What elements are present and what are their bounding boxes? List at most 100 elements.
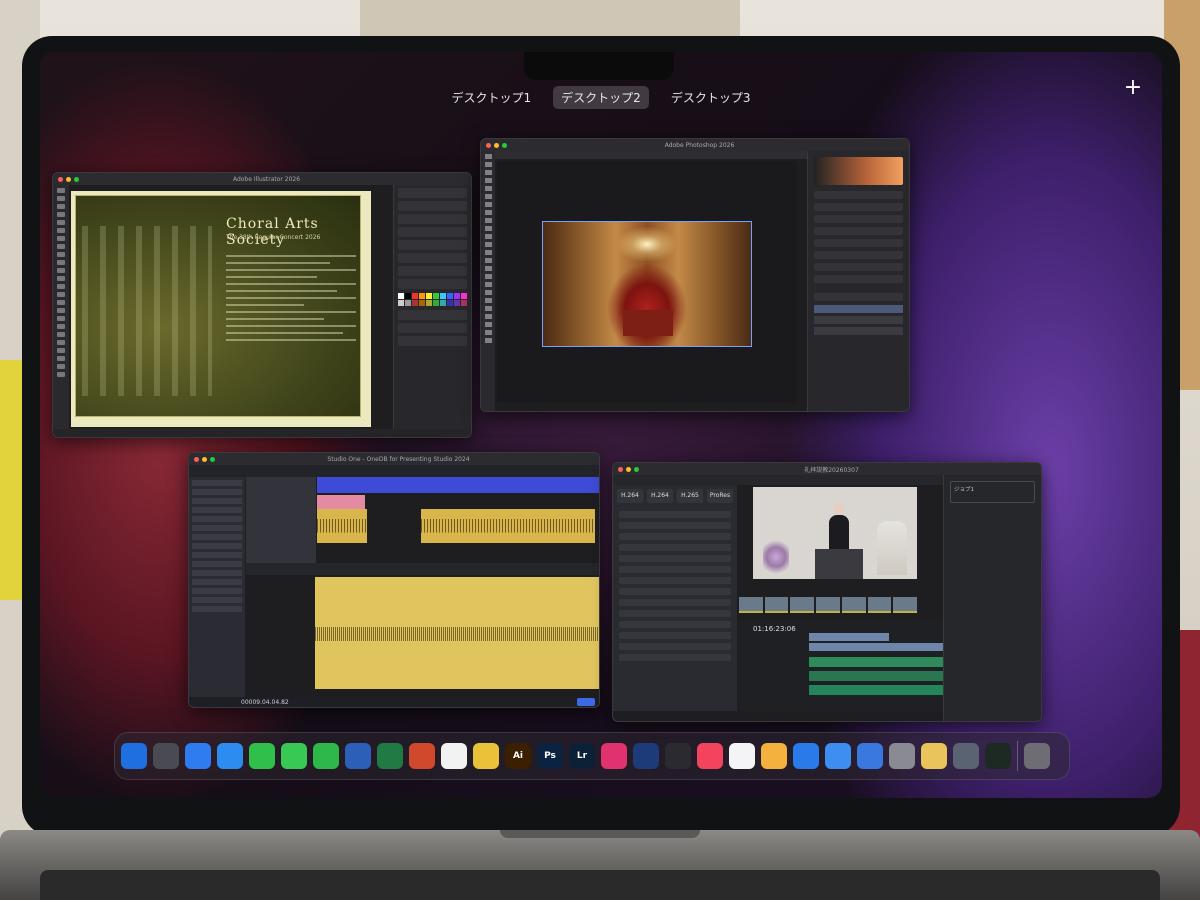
studio-one-window[interactable]: Studio One - OneDB for Presenting Studio… [188,452,600,708]
screen: デスクトップ1 デスクトップ2 デスクトップ3 + Adobe Illustra… [40,52,1162,798]
artwork: Choral Arts Society The 38th Regular Con… [75,195,361,417]
render-queue[interactable]: ジョブ1 [943,475,1041,721]
properties-panel[interactable] [393,185,471,437]
mail-icon[interactable] [217,743,243,769]
dock: Ai Ps Lr [114,732,1070,780]
space-desktop-2[interactable]: デスクトップ2 [553,86,649,109]
minimize-icon[interactable] [626,466,631,472]
close-icon[interactable] [618,466,623,472]
preset-h264[interactable]: H.264 [647,489,673,503]
timeline-ruler[interactable] [317,477,599,493]
render-job[interactable]: ジョブ1 [950,481,1035,503]
color-picker[interactable] [814,157,903,185]
fullscreen-icon[interactable] [74,176,79,182]
audio-editor-toolbar[interactable] [246,563,599,575]
lightroom-icon[interactable]: Lr [569,743,595,769]
close-icon[interactable] [58,176,63,182]
messages-icon[interactable] [281,743,307,769]
illustrator-icon[interactable]: Ai [505,743,531,769]
transport-mode-button[interactable] [577,698,595,706]
wall-poster [360,0,740,38]
minimize-icon[interactable] [494,142,499,148]
window-title: Studio One - OneDB for Presenting Studio… [327,455,470,463]
minimize-icon[interactable] [66,176,71,182]
window-titlebar[interactable]: Adobe Illustrator 2026 [53,173,471,185]
fullscreen-icon[interactable] [634,466,639,472]
preset-h264[interactable]: H.264 [617,489,643,503]
space-desktop-3[interactable]: デスクトップ3 [663,86,759,109]
line-icon[interactable] [313,743,339,769]
system-settings-icon[interactable] [889,743,915,769]
timeline-timecode: 01:16:23:06 [753,625,796,633]
dock-separator [1017,741,1018,771]
notion-icon[interactable] [441,743,467,769]
inspector-panel[interactable] [189,477,245,697]
phone-icon[interactable] [249,743,275,769]
trash-icon[interactable] [1024,743,1050,769]
audio-editor-waveform[interactable] [315,577,599,689]
illustrator-window[interactable]: Adobe Illustrator 2026 Choral Arts Socie… [52,172,472,438]
layer-row[interactable] [814,316,903,324]
window-title: 礼拝説教20260307 [804,466,859,474]
safari-icon[interactable] [185,743,211,769]
video-viewer[interactable] [753,487,917,579]
keynote-icon[interactable] [825,743,851,769]
render-presets[interactable]: H.264 H.264 H.265 ProRes [613,485,737,507]
preset-prores[interactable]: ProRes [707,489,733,503]
word-icon[interactable] [345,743,371,769]
music-icon[interactable] [697,743,723,769]
fullscreen-icon[interactable] [502,142,507,148]
utility-icon[interactable] [921,743,947,769]
toolbar[interactable] [189,465,599,477]
opera-house-image[interactable] [542,221,752,347]
infuse-icon[interactable] [729,743,755,769]
close-icon[interactable] [194,456,199,462]
clip-thumbnails[interactable] [739,597,918,613]
window-titlebar[interactable]: Studio One - OneDB for Presenting Studio… [189,453,599,465]
space-desktop-1[interactable]: デスクトップ1 [444,86,540,109]
launchpad-icon[interactable] [153,743,179,769]
mission-control-spaces-bar: デスクトップ1 デスクトップ2 デスクトップ3 [40,86,1162,109]
studio-one-icon[interactable] [633,743,659,769]
window-title: Adobe Illustrator 2026 [232,175,301,183]
server-icon[interactable] [953,743,979,769]
artwork-subheading: The 38th Regular Concert 2026 [226,234,321,241]
artwork-program-text [226,250,356,346]
files-icon[interactable] [857,743,883,769]
track-header[interactable] [246,477,316,563]
document-canvas[interactable] [497,161,797,403]
preset-h265[interactable]: H.265 [677,489,703,503]
marker-region[interactable] [317,495,365,509]
minimize-icon[interactable] [202,456,207,462]
activity-monitor-icon[interactable] [985,743,1011,769]
audio-clip[interactable] [317,509,367,543]
photos-icon[interactable] [761,743,787,769]
fullscreen-icon[interactable] [210,456,215,462]
camera-notch [524,52,674,80]
toolbar[interactable] [53,185,69,437]
status-bar [53,429,471,437]
toolbar[interactable] [481,151,495,411]
layer-row[interactable] [814,305,903,313]
swatches-panel[interactable] [398,293,467,306]
right-panels[interactable] [807,151,909,411]
audio-clip[interactable] [421,509,595,543]
photoshop-icon[interactable]: Ps [537,743,563,769]
layer-row[interactable] [814,327,903,335]
powerpoint-icon[interactable] [409,743,435,769]
window-titlebar[interactable]: 礼拝説教20260307 [613,463,1041,475]
window-titlebar[interactable]: Adobe Photoshop 2026 [481,139,909,151]
creative-cloud-icon[interactable] [601,743,627,769]
chrome-icon[interactable] [473,743,499,769]
davinci-resolve-window[interactable]: 礼拝説教20260307 H.264 H.264 H.265 ProRes 01… [612,462,1042,722]
artwork-heading: Choral Arts Society [226,216,319,248]
photoshop-window[interactable]: Adobe Photoshop 2026 [480,138,910,412]
finder-icon[interactable] [121,743,147,769]
excel-icon[interactable] [377,743,403,769]
davinci-resolve-icon[interactable] [665,743,691,769]
close-icon[interactable] [486,142,491,148]
artboard[interactable]: Choral Arts Society The 38th Regular Con… [71,191,371,427]
app-store-icon[interactable] [793,743,819,769]
render-settings-panel[interactable]: H.264 H.264 H.265 ProRes [613,485,737,711]
transport-bar[interactable]: 00009.04.04.82 [189,697,599,707]
